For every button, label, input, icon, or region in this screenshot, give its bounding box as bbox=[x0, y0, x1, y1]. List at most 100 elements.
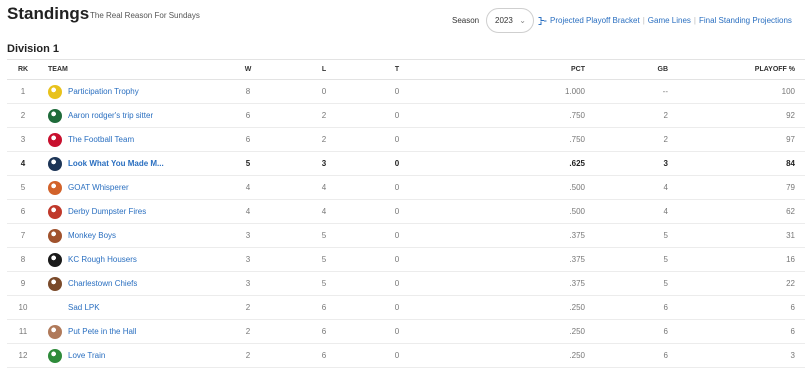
page-title: Standings bbox=[7, 4, 90, 23]
link-separator: | bbox=[642, 16, 645, 25]
page-subtitle: The Real Reason For Sundays bbox=[90, 11, 200, 20]
team-wrap: Derby Dumpster Fires bbox=[48, 204, 210, 219]
team-wrap: Participation Trophy bbox=[48, 84, 210, 99]
team-cell: Derby Dumpster Fires bbox=[39, 199, 210, 224]
table-row: 1 Participation Trophy 8 0 0 1.000 -- 100 bbox=[7, 79, 805, 104]
games-back-cell: 4 bbox=[585, 175, 668, 200]
pct-cell: .250 bbox=[432, 343, 585, 368]
pct-cell: .250 bbox=[432, 319, 585, 344]
team-name-link[interactable]: Aaron rodger's trip sitter bbox=[68, 111, 153, 120]
ties-cell: 0 bbox=[362, 175, 432, 200]
table-row: 9 Charlestown Chiefs 3 5 0.375 5 22 bbox=[7, 271, 805, 296]
losses-cell: 6 bbox=[286, 343, 362, 368]
rank-cell: 3 bbox=[7, 127, 39, 152]
team-name-link[interactable]: Love Train bbox=[68, 351, 105, 360]
table-row: 2 Aaron rodger's trip sitter 6 2 0.750 2 92 bbox=[7, 103, 805, 128]
team-name-link[interactable]: Monkey Boys bbox=[68, 231, 116, 240]
column-header-pct[interactable]: PCT bbox=[432, 59, 585, 80]
wins-cell: 5 bbox=[210, 151, 286, 176]
ties-cell: 0 bbox=[362, 271, 432, 296]
team-wrap: Put Pete in the Hall bbox=[48, 324, 210, 339]
team-name-link[interactable]: Put Pete in the Hall bbox=[68, 327, 136, 336]
games-back-cell: -- bbox=[585, 79, 668, 104]
pete-logo-icon bbox=[48, 324, 62, 339]
bracket-icon bbox=[538, 17, 547, 25]
ties-cell: 0 bbox=[362, 79, 432, 104]
playoff-pct-cell: 79 bbox=[668, 175, 805, 200]
column-header-team[interactable]: TEAM bbox=[39, 59, 210, 80]
losses-cell: 6 bbox=[286, 319, 362, 344]
chevron-down-icon: ⌄ bbox=[519, 16, 526, 25]
playoff-pct-cell: 6 bbox=[668, 319, 805, 344]
ties-cell: 0 bbox=[362, 127, 432, 152]
wins-cell: 6 bbox=[210, 127, 286, 152]
team-wrap: Aaron rodger's trip sitter bbox=[48, 108, 210, 123]
wins-cell: 2 bbox=[210, 319, 286, 344]
ties-cell: 0 bbox=[362, 223, 432, 248]
team-name-link[interactable]: Charlestown Chiefs bbox=[68, 279, 137, 288]
pct-cell: 1.000 bbox=[432, 79, 585, 104]
team-name-link[interactable]: Sad LPK bbox=[68, 303, 100, 312]
table-row: 4 Look What You Made M... 5 3 0.625 3 84 bbox=[7, 151, 805, 176]
losses-cell: 5 bbox=[286, 271, 362, 296]
page-header: Standings The Real Reason For Sundays Se… bbox=[0, 0, 812, 40]
games-back-cell: 3 bbox=[585, 151, 668, 176]
table-header-row: RK TEAM W L T PCT GB PLAYOFF % bbox=[7, 59, 805, 80]
games-back-cell: 4 bbox=[585, 199, 668, 224]
rank-cell: 4 bbox=[7, 151, 39, 176]
pct-cell: .750 bbox=[432, 127, 585, 152]
table-row: 8 KC Rough Housers 3 5 0.375 5 16 bbox=[7, 247, 805, 272]
team-wrap: Monkey Boys bbox=[48, 228, 210, 243]
monkey-logo-icon bbox=[48, 228, 62, 243]
column-header-w[interactable]: W bbox=[210, 59, 286, 80]
team-name-link[interactable]: Derby Dumpster Fires bbox=[68, 207, 146, 216]
column-header-l[interactable]: L bbox=[286, 59, 362, 80]
gator-logo-icon bbox=[48, 348, 62, 363]
team-cell: The Football Team bbox=[39, 127, 210, 152]
team-wrap: KC Rough Housers bbox=[48, 252, 210, 267]
team-wrap: GOAT Whisperer bbox=[48, 180, 210, 195]
team-name-link[interactable]: KC Rough Housers bbox=[68, 255, 137, 264]
column-header-t[interactable]: T bbox=[362, 59, 432, 80]
team-name-link[interactable]: Participation Trophy bbox=[68, 87, 139, 96]
wins-cell: 8 bbox=[210, 79, 286, 104]
games-back-cell: 5 bbox=[585, 271, 668, 296]
rank-cell: 9 bbox=[7, 271, 39, 296]
column-header-playoff[interactable]: PLAYOFF % bbox=[668, 59, 805, 80]
season-value: 2023 bbox=[495, 16, 513, 25]
rank-cell: 8 bbox=[7, 247, 39, 272]
games-back-cell: 6 bbox=[585, 343, 668, 368]
playoff-pct-cell: 92 bbox=[668, 103, 805, 128]
playoff-pct-cell: 62 bbox=[668, 199, 805, 224]
ties-cell: 0 bbox=[362, 199, 432, 224]
table-row: 11 Put Pete in the Hall 2 6 0.250 6 6 bbox=[7, 319, 805, 344]
chiefs-logo-icon bbox=[48, 276, 62, 291]
team-cell: Love Train bbox=[39, 343, 210, 368]
playoff-pct-cell: 31 bbox=[668, 223, 805, 248]
final-standing-projections-link[interactable]: Final Standing Projections bbox=[699, 16, 792, 25]
team-name-link[interactable]: Look What You Made M... bbox=[68, 159, 164, 168]
games-back-cell: 6 bbox=[585, 319, 668, 344]
playoff-pct-cell: 22 bbox=[668, 271, 805, 296]
team-wrap: Sad LPK bbox=[48, 301, 210, 315]
column-header-rk[interactable]: RK bbox=[7, 59, 39, 80]
table-row: 7 Monkey Boys 3 5 0.375 5 31 bbox=[7, 223, 805, 248]
season-select[interactable]: 2023 ⌄ bbox=[486, 8, 534, 33]
losses-cell: 0 bbox=[286, 79, 362, 104]
table-row: 6 Derby Dumpster Fires 4 4 0.500 4 62 bbox=[7, 199, 805, 224]
patriots-logo-icon bbox=[48, 132, 62, 147]
column-header-gb[interactable]: GB bbox=[585, 59, 668, 80]
losses-cell: 6 bbox=[286, 295, 362, 320]
wins-cell: 3 bbox=[210, 223, 286, 248]
ties-cell: 0 bbox=[362, 343, 432, 368]
team-name-link[interactable]: GOAT Whisperer bbox=[68, 183, 129, 192]
projected-playoff-bracket-link[interactable]: Projected Playoff Bracket bbox=[550, 16, 640, 25]
header-links: Projected Playoff Bracket | Game Lines |… bbox=[538, 16, 792, 25]
game-lines-link[interactable]: Game Lines bbox=[648, 16, 691, 25]
fire-logo-icon bbox=[48, 204, 62, 219]
wins-cell: 2 bbox=[210, 343, 286, 368]
link-separator: | bbox=[693, 16, 696, 25]
goat-logo-icon bbox=[48, 180, 62, 195]
team-wrap: The Football Team bbox=[48, 132, 210, 147]
team-name-link[interactable]: The Football Team bbox=[68, 135, 134, 144]
